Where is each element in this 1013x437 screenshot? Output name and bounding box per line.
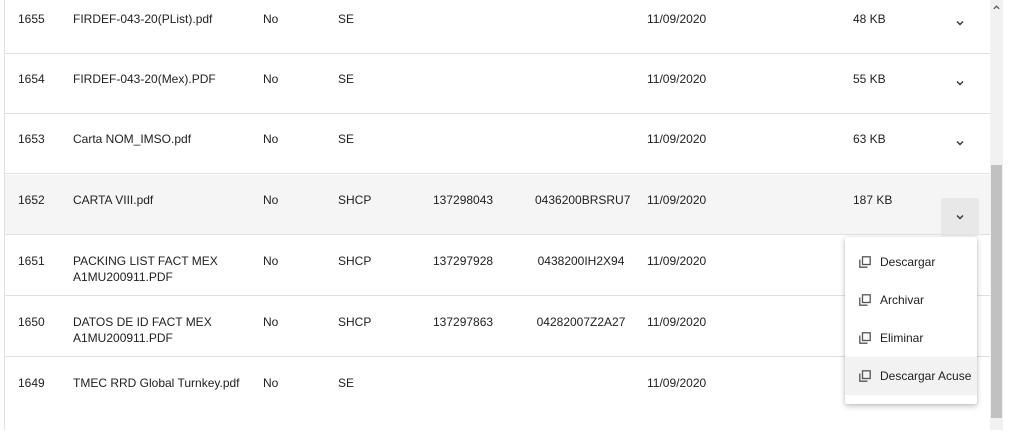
cell-flag: No xyxy=(263,132,279,146)
row-actions-button[interactable] xyxy=(941,64,979,102)
cell-org: SE xyxy=(338,132,355,146)
row-actions-button[interactable] xyxy=(941,198,979,236)
cell-id: 1650 xyxy=(18,315,45,329)
cell-file-name: TMEC RRD Global Turnkey.pdf xyxy=(73,376,240,390)
cell-flag: No xyxy=(263,72,279,86)
table-row[interactable]: 1654 FIRDEF-043-20(Mex).PDF No SE 11/09/… xyxy=(5,54,991,114)
table-row[interactable]: 1652 CARTA VIII.pdf No SHCP 137298043 04… xyxy=(5,175,991,236)
cell-id: 1654 xyxy=(18,72,45,86)
cell-date: 11/09/2020 xyxy=(647,72,707,86)
cell-org: SHCP xyxy=(338,193,372,207)
copy-icon xyxy=(859,370,871,382)
cell-flag: No xyxy=(263,254,279,268)
table-row[interactable]: 1651 PACKING LIST FACT MEX A1MU200911.PD… xyxy=(5,236,991,296)
scroll-thumb[interactable] xyxy=(991,165,1002,418)
chevron-down-icon xyxy=(956,141,964,146)
cell-date: 11/09/2020 xyxy=(647,254,707,268)
cell-size: 187 KB xyxy=(853,193,893,207)
cell-org: SHCP xyxy=(338,254,372,268)
cell-size: 55 KB xyxy=(853,72,886,86)
cell-id: 1653 xyxy=(18,132,45,146)
menu-item-label: Eliminar xyxy=(880,331,924,345)
cell-org: SE xyxy=(338,376,355,390)
cell-flag: No xyxy=(263,376,279,390)
copy-icon xyxy=(859,294,871,306)
cell-flag: No xyxy=(263,193,279,207)
cell-file-name: PACKING LIST FACT MEX A1MU200911.PDF xyxy=(73,254,218,284)
menu-item-label: Descargar Acuse xyxy=(880,369,972,383)
cell-date: 11/09/2020 xyxy=(647,132,707,146)
menu-item-eliminar[interactable]: Eliminar xyxy=(845,319,977,357)
cell-code: 04282007Z2A27 xyxy=(536,315,626,329)
cell-org: SE xyxy=(338,12,355,26)
chevron-down-icon xyxy=(956,81,964,86)
cell-org: SE xyxy=(338,72,355,86)
cell-file-name: CARTA VIII.pdf xyxy=(73,193,154,207)
vertical-scrollbar[interactable] xyxy=(990,0,1003,430)
cell-file-name: FIRDEF-043-20(Mex).PDF xyxy=(73,72,216,86)
cell-date: 11/09/2020 xyxy=(647,315,707,329)
menu-item-descargar-acuse[interactable]: Descargar Acuse xyxy=(845,357,977,395)
cell-id: 1652 xyxy=(18,193,45,207)
menu-item-label: Archivar xyxy=(880,293,925,307)
row-actions-menu: Descargar Archivar Eliminar Descargar Ac… xyxy=(845,237,977,404)
cell-date: 11/09/2020 xyxy=(647,376,707,390)
cell-number: 137298043 xyxy=(433,193,494,207)
cell-code: 0436200BRSRU7 xyxy=(535,193,631,207)
chevron-up-icon xyxy=(993,4,1000,9)
copy-icon xyxy=(859,256,871,268)
scroll-up-button[interactable] xyxy=(990,0,1003,14)
cell-date: 11/09/2020 xyxy=(647,193,707,207)
menu-item-label: Descargar xyxy=(880,255,936,269)
chevron-down-icon xyxy=(956,215,964,220)
cell-flag: No xyxy=(263,12,279,26)
menu-item-archivar[interactable]: Archivar xyxy=(845,281,977,319)
table-row[interactable]: 1655 FIRDEF-043-20(PList).pdf No SE 11/0… xyxy=(5,0,991,54)
table-row[interactable]: 1649 TMEC RRD Global Turnkey.pdf No SE 1… xyxy=(5,358,991,418)
table-row[interactable]: 1653 Carta NOM_IMSO.pdf No SE 11/09/2020… xyxy=(5,114,991,174)
cell-id: 1655 xyxy=(18,12,45,26)
cell-id: 1651 xyxy=(18,254,45,268)
chevron-down-icon xyxy=(956,21,964,26)
cell-file-name: Carta NOM_IMSO.pdf xyxy=(73,132,192,146)
row-actions-button[interactable] xyxy=(941,4,979,42)
copy-icon xyxy=(859,332,871,344)
table-row[interactable]: 1650 DATOS DE ID FACT MEX A1MU200911.PDF… xyxy=(5,297,991,357)
cell-id: 1649 xyxy=(18,376,45,390)
row-actions-button[interactable] xyxy=(941,124,979,162)
cell-file-name: FIRDEF-043-20(PList).pdf xyxy=(73,12,213,26)
cell-file-name: DATOS DE ID FACT MEX A1MU200911.PDF xyxy=(73,315,212,345)
cell-flag: No xyxy=(263,315,279,329)
cell-number: 137297863 xyxy=(433,315,494,329)
cell-org: SHCP xyxy=(338,315,372,329)
menu-item-descargar[interactable]: Descargar xyxy=(845,243,977,281)
documents-table: 1655 FIRDEF-043-20(PList).pdf No SE 11/0… xyxy=(4,0,991,430)
cell-number: 137297928 xyxy=(433,254,494,268)
cell-size: 48 KB xyxy=(853,12,886,26)
cell-size: 63 KB xyxy=(853,132,886,146)
cell-date: 11/09/2020 xyxy=(647,12,707,26)
cell-code: 0438200IH2X94 xyxy=(537,254,625,268)
